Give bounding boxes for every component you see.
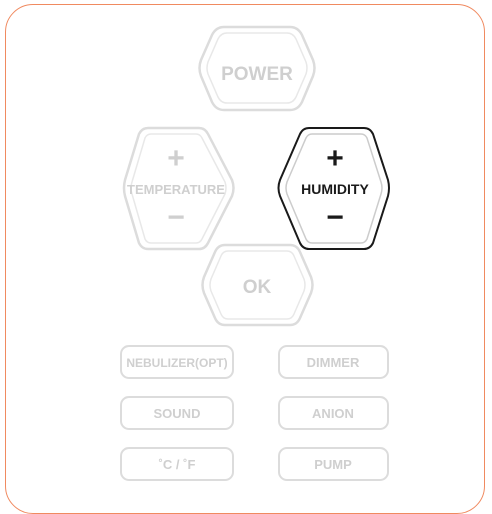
temperature-unit-button[interactable]: ˚C / ˚F <box>120 447 234 481</box>
sound-label: SOUND <box>154 406 201 421</box>
temperature-button[interactable]: + TEMPERATURE − <box>122 126 235 251</box>
temperature-unit-label: ˚C / ˚F <box>159 457 196 472</box>
anion-button[interactable]: ANION <box>278 396 389 430</box>
control-panel: POWER + TEMPERATURE − + HUMIDITY − OK NE… <box>120 25 390 481</box>
temperature-label: TEMPERATURE <box>127 182 225 197</box>
humidity-minus-icon[interactable]: − <box>326 201 344 234</box>
pump-label: PUMP <box>314 457 352 472</box>
ok-label: OK <box>243 277 272 298</box>
humidity-button[interactable]: + HUMIDITY − <box>277 127 390 250</box>
humidity-plus-icon[interactable]: + <box>326 142 344 175</box>
power-button[interactable]: POWER <box>198 25 316 112</box>
temperature-minus-icon[interactable]: − <box>167 201 185 234</box>
anion-label: ANION <box>312 406 354 421</box>
power-label: POWER <box>221 64 293 85</box>
pump-button[interactable]: PUMP <box>278 447 389 481</box>
ok-button[interactable]: OK <box>201 243 314 327</box>
nebulizer-button[interactable]: NEBULIZER(OPT) <box>120 345 234 379</box>
dimmer-button[interactable]: DIMMER <box>278 345 389 379</box>
sound-button[interactable]: SOUND <box>120 396 234 430</box>
dimmer-label: DIMMER <box>307 355 360 370</box>
temperature-plus-icon[interactable]: + <box>167 142 185 175</box>
humidity-label: HUMIDITY <box>301 181 369 197</box>
nebulizer-label: NEBULIZER(OPT) <box>126 356 227 370</box>
